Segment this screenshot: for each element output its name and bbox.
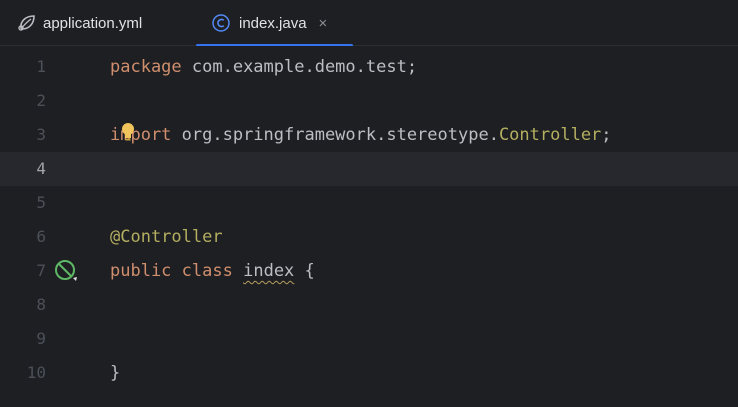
- spring-leaf-icon: [16, 12, 38, 34]
- code-line[interactable]: 1 package com.example.demo.test;: [0, 50, 738, 84]
- line-number: 5: [36, 193, 46, 212]
- line-number: 2: [36, 91, 46, 110]
- code-token: ;: [601, 125, 612, 145]
- java-class-icon: [210, 12, 232, 34]
- line-number: 8: [36, 295, 46, 314]
- editor-tab-bar: application.yml index.java ×: [0, 0, 738, 47]
- line-number: 3: [36, 125, 46, 144]
- tab-label: application.yml: [43, 14, 143, 32]
- tab-index-java[interactable]: index.java ×: [196, 0, 353, 47]
- spring-bean-gutter-icon[interactable]: [54, 259, 78, 283]
- line-number: 7: [36, 261, 46, 280]
- code-line[interactable]: 2: [0, 84, 738, 118]
- code-token: index: [243, 261, 295, 281]
- code-text[interactable]: public class index {: [110, 254, 315, 288]
- code-token: com.example.demo.test;: [181, 57, 418, 77]
- code-token: package: [110, 57, 182, 77]
- code-token: class: [181, 261, 233, 281]
- code-token: {: [294, 261, 315, 281]
- intention-bulb-icon[interactable]: [120, 122, 136, 142]
- line-number: 6: [36, 227, 46, 246]
- code-text[interactable]: }: [110, 356, 120, 390]
- code-line[interactable]: 6 @Controller: [0, 220, 738, 254]
- code-line[interactable]: 9: [0, 322, 738, 356]
- code-line[interactable]: 4: [0, 152, 738, 186]
- code-line[interactable]: 7 public class index {: [0, 254, 738, 288]
- line-number: 9: [36, 329, 46, 348]
- code-text[interactable]: import org.springframework.stereotype.Co…: [110, 118, 612, 152]
- code-token: }: [110, 363, 121, 383]
- code-editor[interactable]: 1 package com.example.demo.test; 2 3 import …: [0, 46, 738, 407]
- code-line[interactable]: 10}: [0, 356, 738, 390]
- line-number: 1: [36, 57, 46, 76]
- line-number: 10: [26, 363, 46, 382]
- line-number: 4: [36, 159, 46, 178]
- code-line[interactable]: 3 import org.springframework.stereotype.C…: [0, 118, 738, 152]
- code-token: Controller: [498, 125, 602, 145]
- code-text[interactable]: package com.example.demo.test;: [110, 50, 417, 84]
- code-token: org.springframework.stereotype.: [171, 125, 499, 145]
- tab-label: index.java: [239, 14, 307, 32]
- code-token: public: [110, 261, 172, 281]
- code-line[interactable]: 5: [0, 186, 738, 220]
- tab-application-yml[interactable]: application.yml: [16, 0, 142, 46]
- code-token: @Controller: [110, 227, 223, 247]
- code-line[interactable]: 8: [0, 288, 738, 322]
- close-tab-icon[interactable]: ×: [319, 15, 328, 32]
- code-text[interactable]: @Controller: [110, 220, 223, 254]
